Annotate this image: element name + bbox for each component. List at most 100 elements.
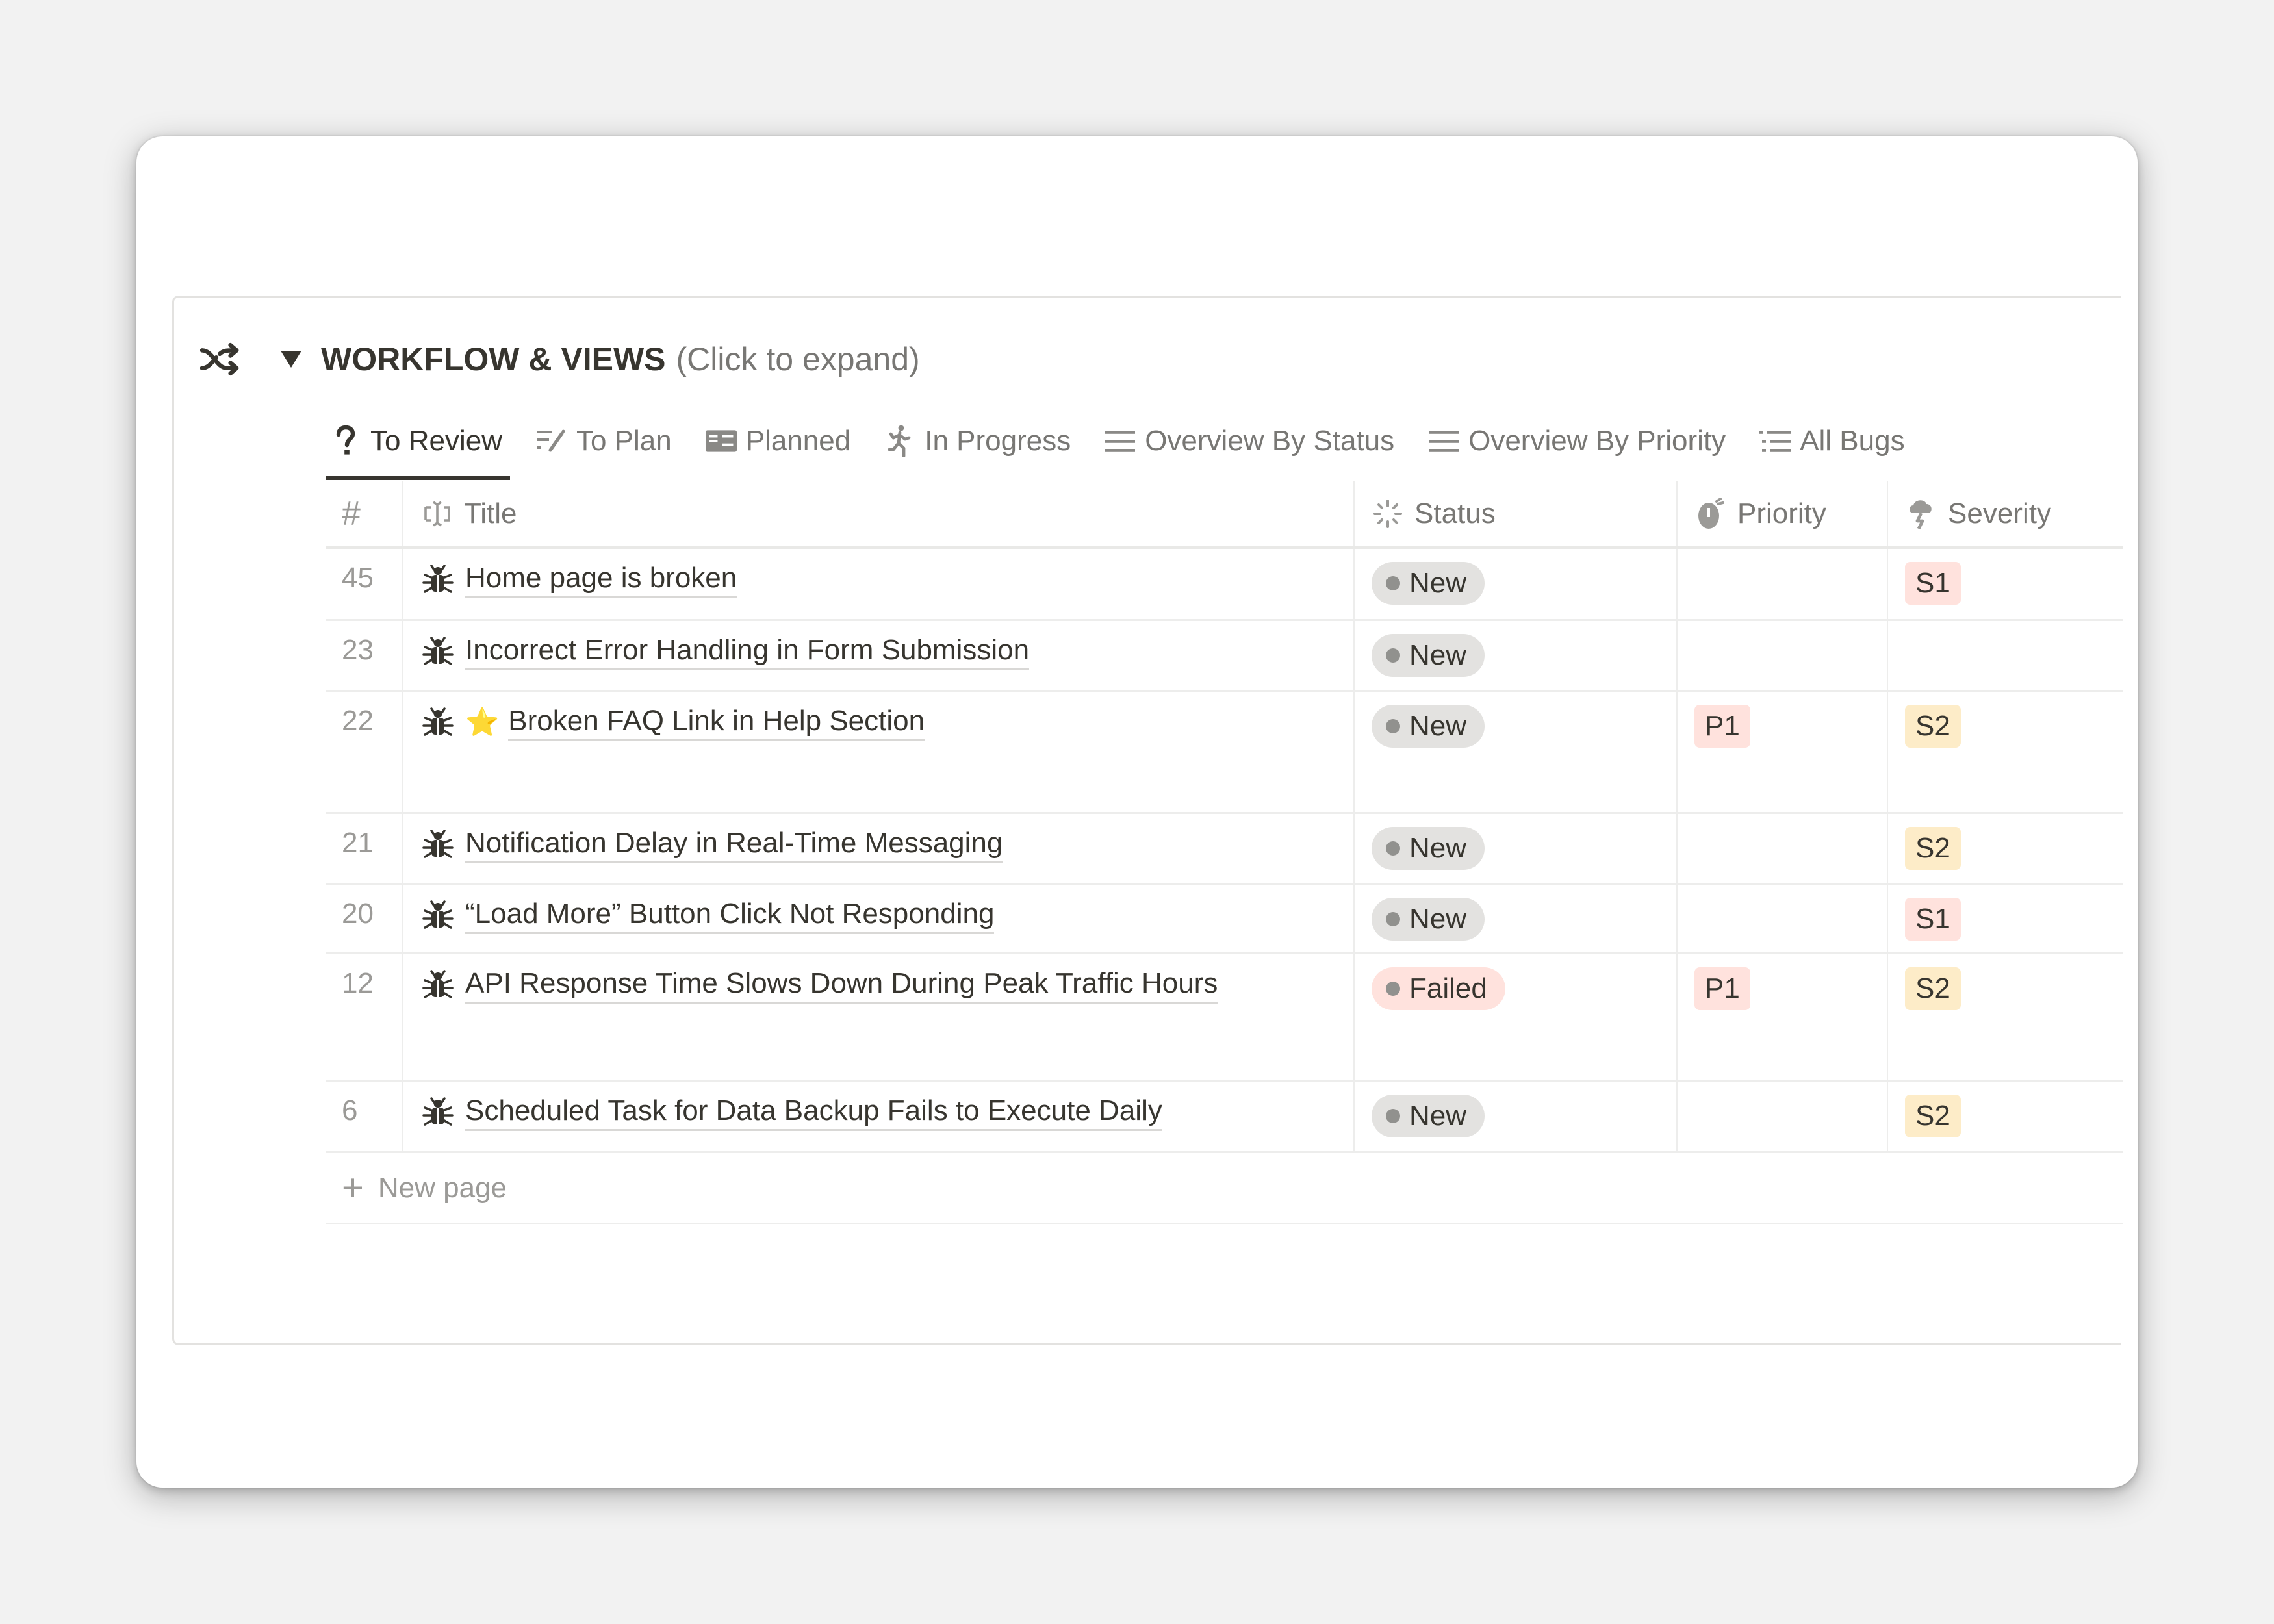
toggle-caret-icon[interactable] — [281, 351, 301, 368]
bug-icon — [421, 899, 455, 933]
plus-icon: + — [342, 1166, 364, 1209]
row-title-link[interactable]: Home page is broken — [465, 562, 737, 598]
row-number-cell: 45 — [326, 549, 403, 619]
new-page-button[interactable]: + New page — [326, 1153, 2123, 1224]
severity-tag: S1 — [1905, 898, 1961, 941]
title-cell[interactable]: ⭐ Broken FAQ Link in Help Section — [403, 692, 1355, 812]
row-number-cell: 12 — [326, 954, 403, 1080]
tab-planned[interactable]: Planned — [702, 405, 854, 477]
severity-cell[interactable]: S1 — [1888, 549, 2123, 619]
table-row[interactable]: 12 API Response Time Slows Down During Pe… — [326, 954, 2123, 1082]
priority-cell[interactable] — [1678, 621, 1888, 690]
status-cell[interactable]: New — [1355, 885, 1678, 952]
table-row[interactable]: 22 ⭐ Broken FAQ Link in Help Section New P1 S… — [326, 692, 2123, 814]
title-cell[interactable]: Notification Delay in Real-Time Messagin… — [403, 814, 1355, 883]
status-badge: New — [1372, 898, 1485, 941]
severity-cell[interactable]: S2 — [1888, 1082, 2123, 1151]
status-badge: New — [1372, 827, 1485, 870]
title-cell[interactable]: Scheduled Task for Data Backup Fails to … — [403, 1082, 1355, 1151]
table-row[interactable]: 21 Notification Delay in Real-Time Messag… — [326, 814, 2123, 885]
row-title-link[interactable]: Incorrect Error Handling in Form Submiss… — [465, 634, 1030, 670]
severity-tag: S2 — [1905, 827, 1961, 870]
tab-overview-by-priority[interactable]: Overview By Priority — [1424, 405, 1730, 477]
priority-cell[interactable] — [1678, 814, 1888, 883]
column-header-severity[interactable]: Severity — [1888, 481, 2123, 546]
bug-icon — [421, 635, 455, 669]
callout-title: WORKFLOW & VIEWS — [321, 341, 666, 377]
row-title-link[interactable]: Notification Delay in Real-Time Messagin… — [465, 827, 1003, 863]
row-title-link[interactable]: Scheduled Task for Data Backup Fails to … — [465, 1095, 1162, 1131]
column-header-status[interactable]: Status — [1355, 481, 1678, 546]
column-header-number[interactable]: # — [326, 481, 403, 546]
status-cell[interactable]: New — [1355, 1082, 1678, 1151]
severity-cell[interactable]: S1 — [1888, 885, 2123, 952]
status-cell[interactable]: New — [1355, 814, 1678, 883]
tab-label: Planned — [745, 425, 851, 457]
row-title-link[interactable]: “Load More” Button Click Not Responding — [465, 898, 995, 934]
priority-cell[interactable] — [1678, 1082, 1888, 1151]
tab-label: In Progress — [925, 425, 1071, 457]
column-header-priority[interactable]: Priority — [1678, 481, 1888, 546]
priority-cell[interactable] — [1678, 549, 1888, 619]
row-number: 22 — [342, 705, 374, 737]
priority-cell[interactable] — [1678, 885, 1888, 952]
row-number: 6 — [342, 1095, 358, 1126]
callout-header[interactable]: WORKFLOW & VIEWS (Click to expand) — [199, 336, 920, 382]
status-cell[interactable]: New — [1355, 549, 1678, 619]
list-lines-icon — [1428, 425, 1459, 457]
title-cell[interactable]: API Response Time Slows Down During Peak… — [403, 954, 1355, 1080]
priority-cell[interactable]: P1 — [1678, 954, 1888, 1080]
title-cell[interactable]: Incorrect Error Handling in Form Submiss… — [403, 621, 1355, 690]
priority-tag: P1 — [1694, 967, 1750, 1010]
tab-label: All Bugs — [1800, 425, 1905, 457]
severity-tag: S1 — [1905, 562, 1961, 605]
status-cell[interactable]: New — [1355, 692, 1678, 812]
bug-icon — [421, 706, 455, 740]
tab-to-plan[interactable]: To Plan — [532, 405, 676, 477]
severity-cell[interactable]: S2 — [1888, 814, 2123, 883]
column-header-title[interactable]: Title — [403, 481, 1355, 546]
status-badge: New — [1372, 562, 1485, 605]
row-number: 23 — [342, 634, 374, 666]
table-row[interactable]: 20 “Load More” Button Click Not Respondin… — [326, 885, 2123, 954]
tab-to-review[interactable]: To Review — [326, 405, 510, 480]
tab-in-progress[interactable]: In Progress — [880, 405, 1075, 477]
title-cell[interactable]: Home page is broken — [403, 549, 1355, 619]
severity-tag: S2 — [1905, 1095, 1961, 1137]
priority-cell[interactable]: P1 — [1678, 692, 1888, 812]
bug-icon — [421, 828, 455, 862]
title-cell[interactable]: “Load More” Button Click Not Responding — [403, 885, 1355, 952]
status-cell[interactable]: Failed — [1355, 954, 1678, 1080]
shuffle-icon — [199, 340, 243, 379]
row-number: 12 — [342, 967, 374, 999]
tab-all-bugs[interactable]: All Bugs — [1756, 405, 1908, 477]
table-row[interactable]: 6 Scheduled Task for Data Backup Fails to… — [326, 1082, 2123, 1153]
tab-overview-by-status[interactable]: Overview By Status — [1101, 405, 1398, 477]
table-row[interactable]: 45 Home page is broken New S1 — [326, 549, 2123, 621]
row-title-link[interactable]: API Response Time Slows Down During Peak… — [465, 967, 1218, 1004]
severity-cell[interactable]: S2 — [1888, 954, 2123, 1080]
status-dot-icon — [1386, 841, 1400, 856]
bug-icon — [421, 1096, 455, 1130]
severity-tag: S2 — [1905, 967, 1961, 1010]
table-row[interactable]: 23 Incorrect Error Handling in Form Submi… — [326, 621, 2123, 692]
tab-label: To Review — [370, 425, 502, 457]
table-header: # Title Status Priority Severity — [326, 481, 2123, 549]
row-title-link[interactable]: Broken FAQ Link in Help Section — [508, 705, 925, 741]
status-dot-icon — [1386, 576, 1400, 590]
board-icon — [705, 425, 737, 457]
stopwatch-icon — [1694, 497, 1727, 530]
status-cell[interactable]: New — [1355, 621, 1678, 690]
row-number-cell: 21 — [326, 814, 403, 883]
bugs-table: # Title Status Priority Severity 45 Home… — [326, 481, 2123, 1224]
severity-cell[interactable] — [1888, 621, 2123, 690]
status-dot-icon — [1386, 982, 1400, 996]
row-number: 45 — [342, 562, 374, 594]
new-page-label: New page — [377, 1171, 507, 1204]
severity-cell[interactable]: S2 — [1888, 692, 2123, 812]
row-number-cell: 23 — [326, 621, 403, 690]
view-tabs: To Review To Plan Planned In Progress Ov… — [326, 405, 1935, 480]
storm-cloud-icon — [1905, 498, 1937, 530]
bug-icon — [421, 969, 455, 1002]
status-badge: New — [1372, 634, 1485, 677]
